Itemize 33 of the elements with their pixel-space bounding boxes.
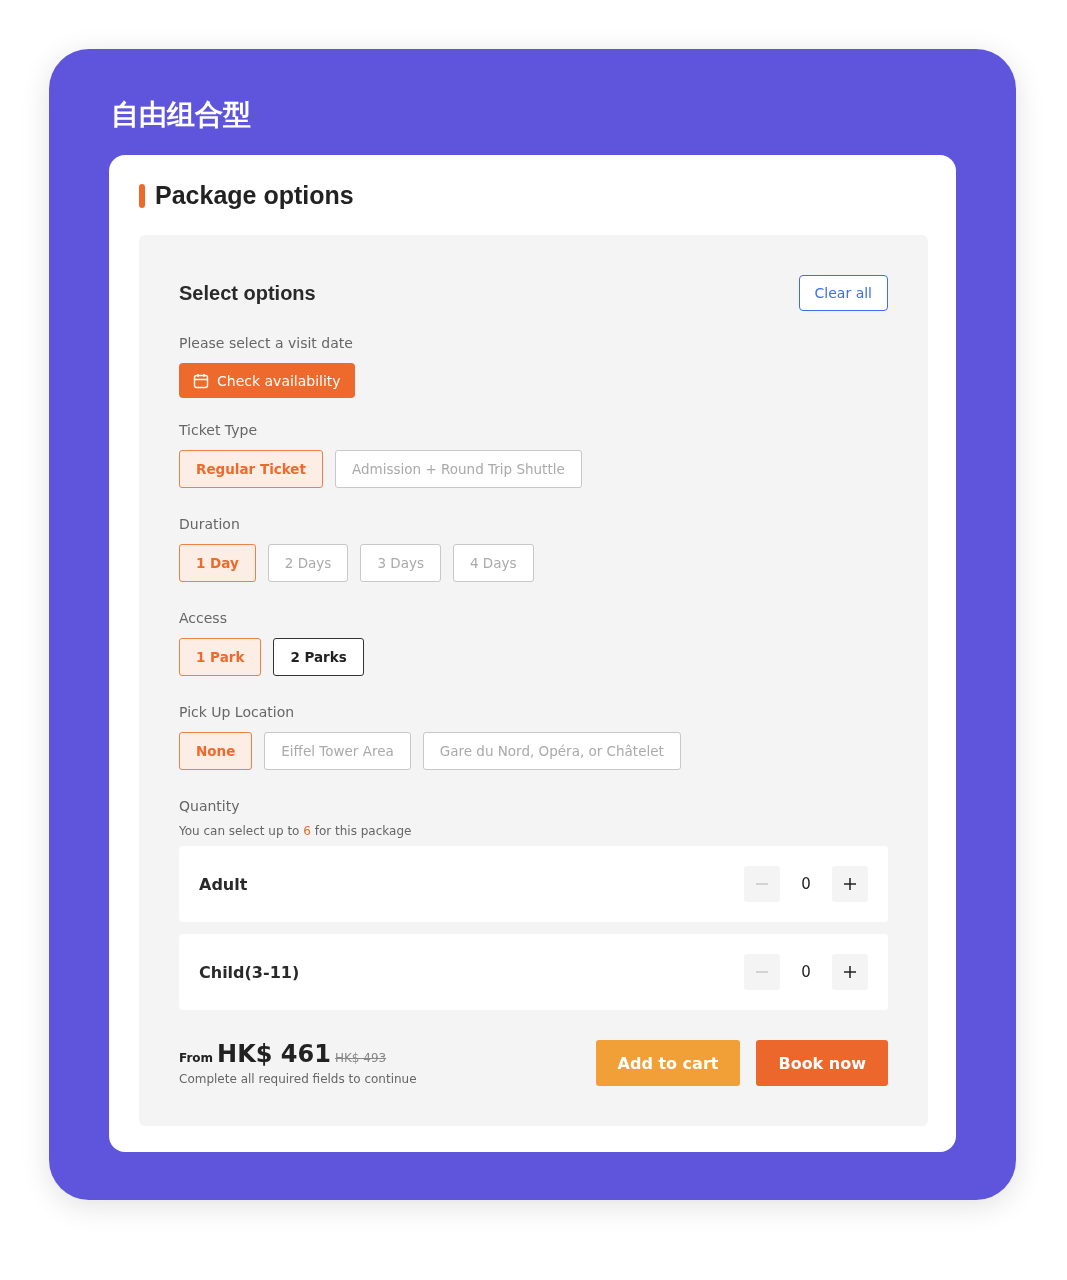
- ticket-label: Child(3-11): [199, 962, 300, 982]
- option-chip[interactable]: 1 Day: [179, 544, 256, 582]
- field-label: Pick Up Location: [179, 704, 296, 720]
- clear-all-button[interactable]: Clear all: [798, 275, 888, 311]
- increase-button[interactable]: [832, 866, 868, 902]
- original-price: HK$ 493: [334, 1051, 387, 1065]
- plus-icon: [843, 965, 857, 979]
- option-chip[interactable]: 2 Parks: [273, 638, 364, 676]
- quantity-value: 0: [800, 963, 812, 981]
- panel-title: Select options: [179, 281, 316, 305]
- quantity-limit-note: You can select up to 6 for this package: [179, 824, 413, 838]
- field-label: Ticket Type: [179, 422, 259, 438]
- field-label: Access: [179, 610, 228, 626]
- field-label: Please select a visit date: [179, 335, 354, 351]
- option-chip[interactable]: Regular Ticket: [179, 450, 323, 488]
- accent-bar: [139, 183, 145, 208]
- field-label: Quantity: [179, 798, 241, 814]
- helper-text: Complete all required fields to continue: [179, 1072, 417, 1086]
- field-label: Duration: [179, 516, 241, 532]
- plus-icon: [843, 877, 857, 891]
- quantity-value: 0: [800, 875, 812, 893]
- increase-button[interactable]: [832, 954, 868, 990]
- add-to-cart-button[interactable]: Add to cart: [595, 1040, 741, 1086]
- check-availability-button[interactable]: Check availability: [179, 363, 355, 398]
- option-chip[interactable]: 1 Park: [179, 638, 262, 676]
- book-now-button[interactable]: Book now: [756, 1040, 888, 1086]
- section-title: Package options: [155, 181, 354, 210]
- calendar-icon: [193, 372, 209, 389]
- option-chip[interactable]: None: [179, 732, 253, 770]
- page-title: 自由组合型: [111, 97, 252, 133]
- price-prefix: From: [179, 1051, 214, 1065]
- price: HK$ 461: [217, 1040, 331, 1068]
- ticket-label: Adult: [199, 874, 248, 894]
